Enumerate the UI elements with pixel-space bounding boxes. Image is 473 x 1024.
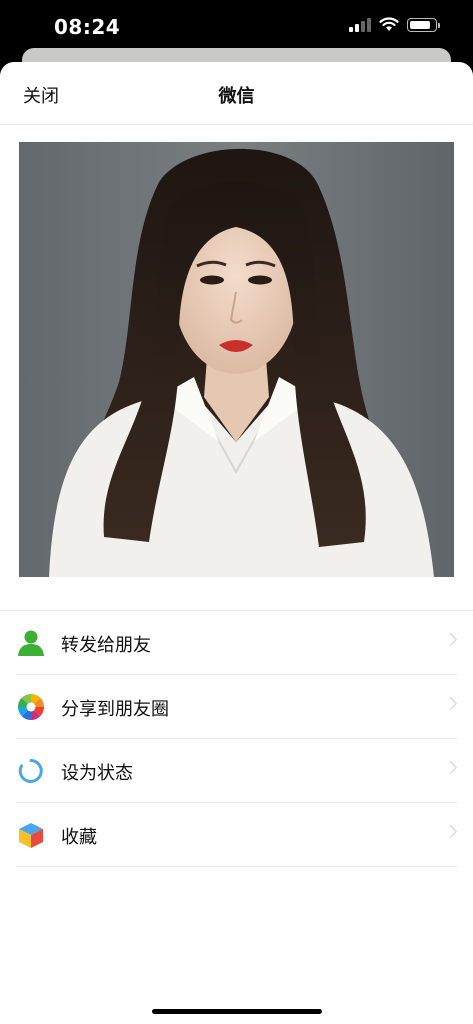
chevron-right-icon <box>444 825 457 838</box>
menu-item-label: 设为状态 <box>61 763 133 784</box>
portrait-photo[interactable] <box>19 142 454 577</box>
menu-item-label: 收藏 <box>61 827 97 848</box>
home-indicator[interactable] <box>152 1009 322 1014</box>
status-icons <box>349 17 440 32</box>
contact-person-icon <box>18 630 44 656</box>
menu-item-label: 分享到朋友圈 <box>61 699 169 720</box>
chevron-right-icon <box>444 633 457 646</box>
share-sheet: 关闭 微信 转发给朋友 分享到朋友圈 设为状态 收藏 <box>0 62 473 1024</box>
menu-item-set-as-status[interactable]: 设为状态 <box>16 739 457 803</box>
chevron-right-icon <box>444 697 457 710</box>
menu-item-forward-to-friend[interactable]: 转发给朋友 <box>16 611 457 675</box>
status-bar: 08:24 <box>0 0 473 54</box>
portrait-illustration <box>19 142 454 577</box>
nav-bar: 关闭 微信 <box>0 62 473 125</box>
favorites-cube-icon <box>19 823 43 848</box>
page-title: 微信 <box>218 86 255 107</box>
signal-icon <box>349 17 371 32</box>
wifi-icon <box>379 17 399 31</box>
battery-icon <box>407 17 440 32</box>
status-ring-icon <box>18 759 43 783</box>
menu-item-share-to-moments[interactable]: 分享到朋友圈 <box>16 675 457 739</box>
chevron-right-icon <box>444 761 457 774</box>
menu-item-label: 转发给朋友 <box>61 635 151 656</box>
menu-item-favorite[interactable]: 收藏 <box>16 803 457 867</box>
action-menu: 转发给朋友 分享到朋友圈 设为状态 收藏 <box>0 611 473 867</box>
moments-aperture-icon <box>17 694 45 720</box>
status-time: 08:24 <box>54 15 121 39</box>
